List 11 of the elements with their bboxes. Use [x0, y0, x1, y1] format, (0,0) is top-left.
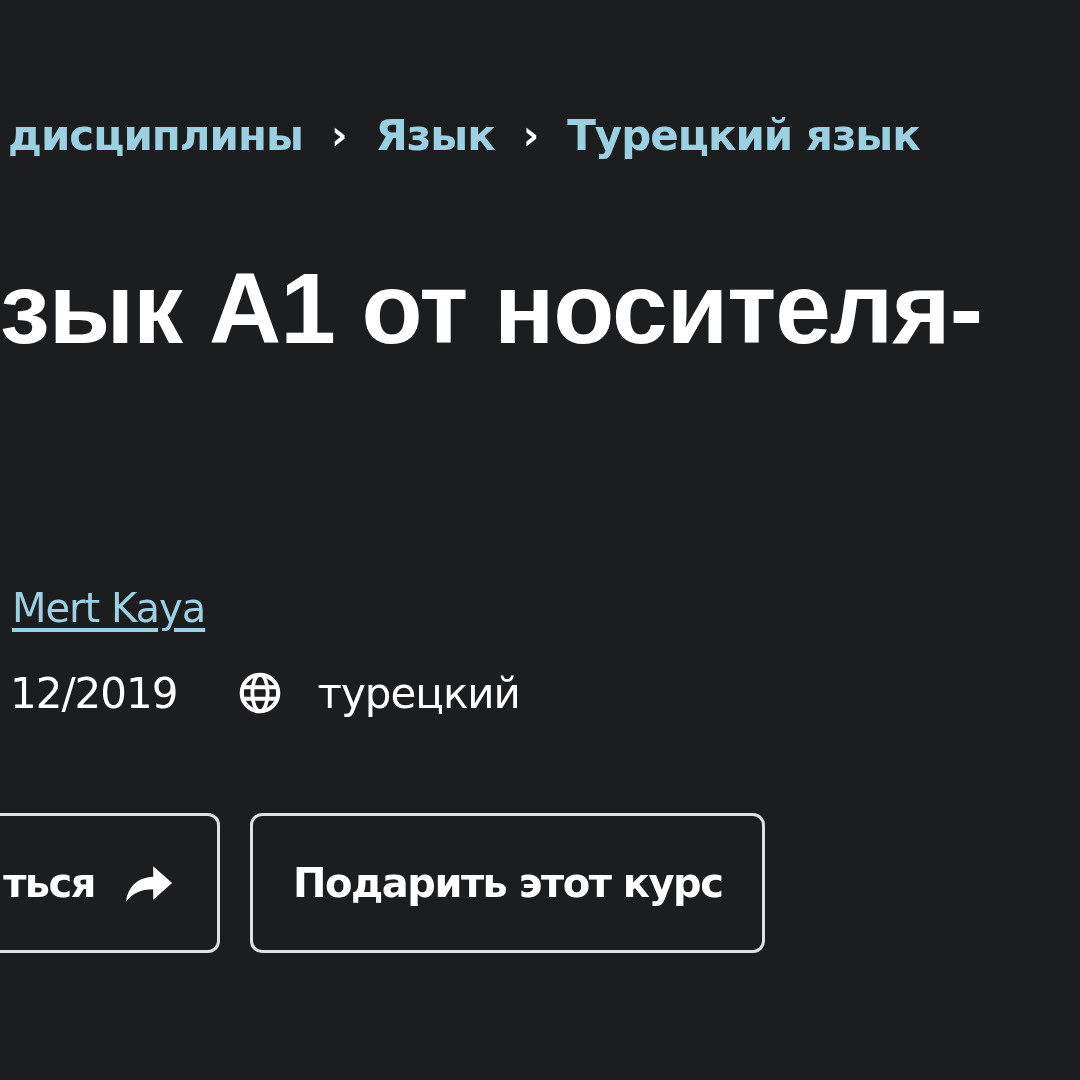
breadcrumb-link[interactable]: Язык: [375, 110, 495, 160]
course-language: турецкий: [317, 668, 520, 718]
breadcrumb-separator: ›: [522, 112, 540, 158]
breadcrumb-link[interactable]: Турецкий язык: [567, 110, 920, 160]
breadcrumb-separator: ›: [331, 112, 348, 158]
author-link[interactable]: Mert Kaya: [12, 585, 206, 631]
gift-button[interactable]: Подарить этот курс: [250, 813, 766, 953]
share-button[interactable]: ться: [0, 813, 220, 953]
breadcrumb-link[interactable]: дисциплины: [8, 110, 303, 160]
update-date: 12/2019: [10, 668, 178, 718]
course-title: зык A1 от носителя-: [0, 253, 982, 363]
